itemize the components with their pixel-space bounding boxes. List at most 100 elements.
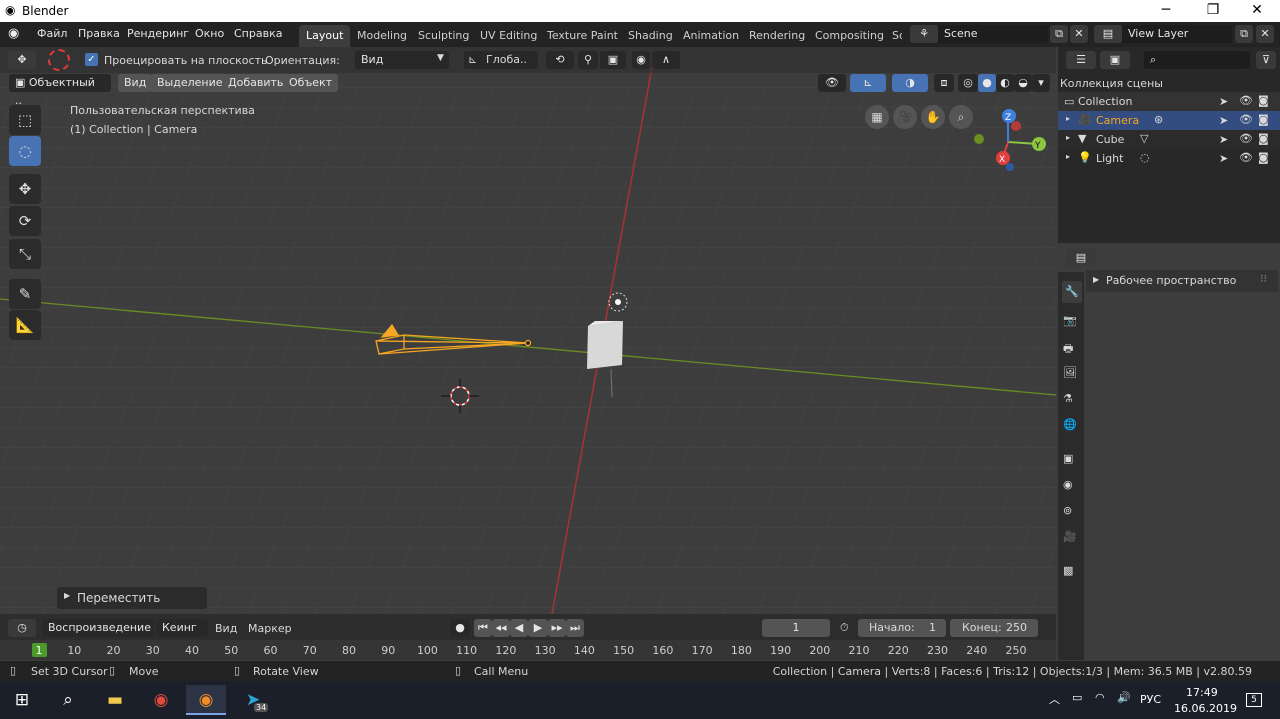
snap-icon[interactable]: ⚲ [578, 51, 598, 69]
menu-view[interactable]: Вид [118, 74, 153, 92]
object-data-tab-icon[interactable]: 🎥 [1063, 530, 1077, 543]
display-mode-icon[interactable]: ▣ [1100, 51, 1130, 69]
scene-browse-icon[interactable]: ⚘ [910, 25, 938, 43]
drag-handle-icon[interactable]: ⁝⁝ [1260, 272, 1267, 285]
annotate-tool-icon[interactable]: ✎ [9, 279, 41, 309]
project-checkbox[interactable]: ✓ [85, 53, 98, 66]
filter-icon[interactable]: ⊽ [1256, 51, 1276, 69]
timeline-view-menu[interactable]: Вид [215, 622, 237, 635]
menu-select[interactable]: Выделение [151, 74, 229, 92]
frame-end-field[interactable]: Конец: 250 [950, 619, 1038, 637]
render-tab-icon[interactable]: 📷 [1063, 314, 1077, 327]
tab-sculpting[interactable]: Sculpting [411, 25, 476, 47]
playback-menu[interactable]: Воспроизведение [42, 619, 154, 637]
world-tab-icon[interactable]: 🌐 [1063, 418, 1077, 431]
xray-icon[interactable]: ⧈ [934, 74, 954, 92]
visibility-icon[interactable]: 👁 [818, 74, 846, 92]
tab-texture-paint[interactable]: Texture Paint [540, 25, 625, 47]
windows-start-icon[interactable]: ⊞ [2, 685, 42, 715]
visibility-eye-icon[interactable]: 👁 [1239, 94, 1253, 107]
blender-taskbar-icon[interactable]: ◉ [186, 685, 226, 715]
scale-tool-icon[interactable]: ⤡ [9, 239, 41, 269]
network-icon[interactable]: ▭ [1072, 691, 1082, 704]
visibility-eye-icon[interactable]: 👁 [1239, 132, 1253, 145]
shading-options-icon[interactable]: ▾ [1032, 74, 1050, 92]
chrome-icon[interactable]: ◉ [141, 685, 181, 715]
snap-target-icon[interactable]: ▣ [600, 51, 626, 69]
pan-hand-icon[interactable]: ✋ [921, 105, 945, 129]
proportional-edit-icon[interactable]: ◉ [632, 51, 650, 69]
pivot-icon[interactable]: ⟲ [546, 51, 574, 69]
render-camera-icon[interactable]: ◙ [1258, 113, 1269, 126]
tab-animation[interactable]: Animation [676, 25, 746, 47]
move-tool-icon[interactable]: ✥ [9, 174, 41, 204]
selectable-icon[interactable]: ➤ [1219, 114, 1228, 127]
falloff-icon[interactable]: ∧ [652, 51, 680, 69]
tab-layout[interactable]: Layout [299, 25, 351, 47]
rotate-tool-icon[interactable]: ⟳ [9, 206, 41, 236]
timeline-marker-menu[interactable]: Маркер [248, 622, 292, 635]
visibility-eye-icon[interactable]: 👁 [1239, 113, 1253, 126]
menu-add[interactable]: Добавить [222, 74, 290, 92]
tab-rendering[interactable]: Rendering [742, 25, 812, 47]
timeline-editor-icon[interactable]: ◷ [8, 619, 36, 637]
play-reverse-icon[interactable]: ◀ [510, 619, 528, 637]
constraints-tab-icon[interactable]: ⊚ [1063, 504, 1072, 517]
outliner-editor-icon[interactable]: ☰ [1066, 51, 1096, 69]
transform-global-select[interactable]: ⊾ Глоба.. [464, 51, 538, 69]
tool-settings-icon[interactable]: ✥ [8, 51, 36, 69]
measure-tool-icon[interactable]: 📐 [9, 310, 41, 340]
notification-icon[interactable]: 5 [1246, 693, 1262, 707]
minimize-button[interactable]: ─ [1143, 0, 1189, 22]
orientation-select[interactable]: Вид [355, 51, 449, 69]
render-camera-icon[interactable]: ◙ [1258, 132, 1269, 145]
record-icon[interactable]: ● [450, 619, 470, 637]
clock-date[interactable]: 16.06.2019 [1174, 702, 1237, 715]
current-frame-field[interactable]: 1 [762, 619, 830, 637]
tab-scripting[interactable]: Sc [886, 25, 902, 47]
menu-object[interactable]: Объект [283, 74, 339, 92]
render-camera-icon[interactable]: ◙ [1258, 151, 1269, 164]
view-layer-browse-icon[interactable]: ▤ [1094, 25, 1122, 43]
scene-copy-icon[interactable]: ⧉ [1050, 25, 1068, 43]
menu-edit[interactable]: Правка [78, 27, 120, 40]
wireframe-shading-icon[interactable]: ◎ [958, 74, 978, 92]
viewport-3d[interactable]: Y Z X ✥ ✓ Проецировать на плоскость Орие… [0, 47, 1056, 614]
language-indicator[interactable]: РУС [1140, 693, 1161, 706]
view-layer-tab-icon[interactable]: 🖼 [1063, 366, 1077, 379]
selectable-icon[interactable]: ➤ [1219, 133, 1228, 146]
jump-end-icon[interactable]: ⏭ [566, 619, 584, 637]
maximize-button[interactable]: ❐ [1190, 0, 1236, 22]
next-keyframe-icon[interactable]: ▸▸ [548, 619, 566, 637]
stopwatch-icon[interactable]: ⏱ [840, 621, 849, 635]
scene-tab-icon[interactable]: ⚗ [1063, 392, 1073, 405]
render-shading-icon[interactable]: ◒ [1014, 74, 1032, 92]
select-box-tool-icon[interactable]: ⬚ [9, 105, 41, 135]
file-explorer-icon[interactable]: ▬ [95, 685, 135, 715]
overlay-icon[interactable]: ◑ [892, 74, 928, 92]
gizmo-icon[interactable]: ⊾ [850, 74, 886, 92]
operator-panel[interactable]: ▶ Переместить [57, 587, 207, 609]
output-tab-icon[interactable]: 🖶 [1063, 340, 1073, 359]
solid-shading-icon[interactable]: ● [978, 74, 996, 92]
blender-menu-icon[interactable]: ◉ [8, 26, 19, 41]
zoom-icon[interactable]: ⌕ [949, 105, 973, 129]
scene-name-field[interactable]: Scene [938, 25, 1048, 43]
play-icon[interactable]: ▶ [528, 619, 548, 637]
view-layer-copy-icon[interactable]: ⧉ [1235, 25, 1253, 43]
camera-view-icon[interactable]: 🎥 [893, 105, 917, 129]
view-layer-close-icon[interactable]: ✕ [1256, 25, 1274, 43]
material-shading-icon[interactable]: ◐ [996, 74, 1014, 92]
jump-start-icon[interactable]: ⏮ [474, 619, 492, 637]
object-tab-icon[interactable]: ▣ [1063, 452, 1073, 465]
frame-ruler[interactable]: 1 10 20 30 40 50 60 70 80 90 100 110 120 130 140 150 160… [0, 640, 1056, 660]
physics-tab-icon[interactable]: ◉ [1063, 478, 1073, 491]
mode-select[interactable]: ▣ Объектный .. [9, 74, 111, 107]
keying-menu[interactable]: Кеинг [156, 619, 208, 637]
menu-render[interactable]: Рендеринг [127, 27, 189, 40]
tool-tab-icon[interactable]: 🔧 [1062, 281, 1082, 303]
search-icon[interactable]: ⌕ [48, 685, 88, 715]
select-circle-icon[interactable] [48, 49, 70, 71]
select-circle-tool-icon[interactable]: ◌ [9, 136, 41, 166]
tab-compositing[interactable]: Compositing [808, 25, 891, 47]
